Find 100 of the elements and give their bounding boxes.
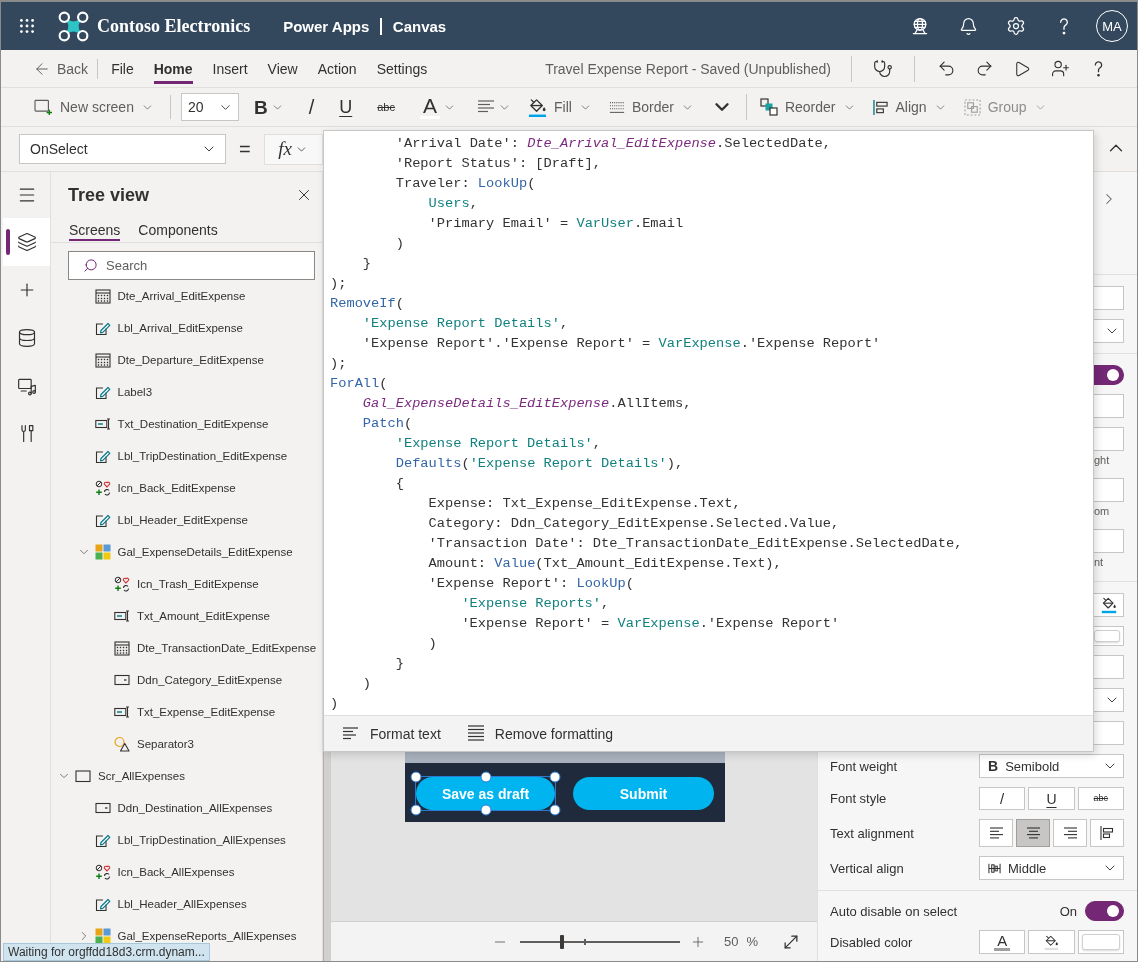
tree-item[interactable]: Label3: [94, 376, 153, 408]
input-field[interactable]: [1094, 478, 1124, 502]
code-line: ): [362, 675, 372, 693]
resize-handle[interactable]: [549, 771, 561, 783]
color-button[interactable]: A: [409, 91, 466, 123]
underline-button[interactable]: U: [1028, 787, 1075, 810]
resize-handle[interactable]: [480, 771, 491, 783]
input-field[interactable]: [1094, 529, 1124, 553]
zoom-slider[interactable]: [520, 934, 680, 949]
property-dropdown[interactable]: OnSelect: [19, 134, 226, 164]
strike-button[interactable]: abc: [1077, 787, 1124, 810]
code-line: ): [330, 695, 339, 713]
tree-item[interactable]: Lbl_Arrival_EditExpense: [94, 312, 243, 344]
field-caption: nt: [1094, 555, 1105, 570]
new-screen-icon: [34, 98, 53, 116]
code-line: ForAll(: [330, 375, 388, 393]
justify-icon: [1100, 826, 1114, 840]
underline-button[interactable]: U: [329, 91, 363, 123]
bold-icon: B: [988, 758, 999, 774]
reorder-button[interactable]: Reorder: [753, 91, 862, 123]
tree-item[interactable]: Scr_AllExpenses: [57, 760, 185, 792]
tree-item[interactable]: Icn_Back_EditExpense: [94, 472, 236, 504]
formula-editor[interactable]: [323, 130, 1094, 752]
search-field[interactable]: Search: [68, 251, 315, 280]
property-dropdown[interactable]: Middle: [979, 856, 1124, 880]
paint-bucket-icon: [1044, 933, 1059, 951]
menu-tab[interactable]: Insert: [202, 50, 258, 87]
property-label: Font style: [830, 791, 888, 806]
remove-formatting-button[interactable]: Remove formatting: [460, 719, 620, 748]
italic-button[interactable]: /: [298, 91, 325, 123]
menu-tab[interactable]: Home: [143, 50, 203, 87]
symbols-icon: [114, 576, 130, 592]
swatch-icon: [1081, 934, 1120, 950]
fill-button[interactable]: Fill: [522, 91, 598, 123]
tree-item[interactable]: Dte_Arrival_EditExpense: [94, 280, 246, 312]
tree-item[interactable]: Txt_Amount_EditExpense: [114, 600, 270, 632]
new-screen-button[interactable]: New screen: [28, 91, 160, 123]
menu-tab[interactable]: View: [257, 50, 308, 87]
fill-color-button[interactable]: [1094, 593, 1124, 617]
tree-item[interactable]: Txt_Expense_EditExpense: [114, 696, 276, 728]
stethoscope-icon: [873, 58, 893, 79]
zoom-unit: %: [746, 934, 759, 949]
color-swatch-button[interactable]: [1094, 626, 1124, 646]
input-field[interactable]: [1094, 286, 1124, 310]
align-button[interactable]: Align: [866, 91, 953, 123]
border-button[interactable]: Border: [602, 91, 700, 123]
format-text-button[interactable]: Format text: [336, 719, 447, 748]
resize-handle[interactable]: [410, 804, 422, 816]
alignment-button[interactable]: [1090, 819, 1124, 847]
tree-item[interactable]: Lbl_Header_EditExpense: [94, 504, 248, 536]
italic-button[interactable]: /: [979, 787, 1026, 810]
alignment-button[interactable]: [1016, 819, 1050, 847]
menu-tab[interactable]: Settings: [366, 50, 438, 87]
resize-handle[interactable]: [549, 804, 561, 816]
strike-button[interactable]: abc: [367, 91, 405, 123]
text-color-button[interactable]: A: [979, 930, 1026, 954]
input-field[interactable]: [1094, 427, 1124, 451]
pencil-box-icon: [94, 384, 111, 400]
alignment-button[interactable]: [1053, 819, 1087, 847]
dropdown-icon: [114, 672, 130, 688]
tree-item[interactable]: Ddn_Destination_AllExpenses: [94, 792, 273, 824]
slider-thumb[interactable]: [559, 934, 564, 949]
menu-tab[interactable]: Action: [307, 50, 367, 87]
tree-view-button[interactable]: [3, 218, 50, 266]
resize-handle[interactable]: [410, 771, 422, 783]
tree-item[interactable]: Icn_Trash_EditExpense: [114, 568, 259, 600]
tree-item[interactable]: Dte_Departure_EditExpense: [94, 344, 264, 376]
waffle-icon: [20, 19, 34, 33]
font-size-select[interactable]: 20: [180, 93, 239, 121]
panel-title: Tree view: [68, 184, 150, 206]
alignment-button[interactable]: [979, 819, 1013, 847]
property-label: Auto disable on select: [830, 903, 959, 919]
tree-tab[interactable]: Components: [138, 219, 218, 241]
resize-handle[interactable]: [480, 804, 491, 816]
property-dropdown[interactable]: B Semibold: [979, 754, 1124, 778]
tree-item[interactable]: Gal_ExpenseDetails_EditExpense: [76, 536, 293, 568]
tree-tab[interactable]: Screens: [69, 219, 121, 241]
globe-icon: [910, 16, 930, 36]
tree-item[interactable]: Icn_Back_AllExpenses: [94, 856, 235, 888]
color-swatch-button[interactable]: [1077, 930, 1124, 954]
tree-item[interactable]: Txt_Destination_EditExpense: [94, 408, 269, 440]
menu-tab[interactable]: File: [101, 50, 144, 87]
tree-item[interactable]: Separator3: [114, 728, 194, 760]
fill-color-button[interactable]: [1028, 930, 1075, 954]
input-field[interactable]: [1094, 721, 1124, 745]
toggle-switch[interactable]: [1085, 901, 1124, 921]
back-button[interactable]: Back: [27, 53, 95, 84]
tree-item[interactable]: Lbl_TripDestination_EditExpense: [94, 440, 288, 472]
bold-button[interactable]: B: [243, 91, 294, 123]
tree-item[interactable]: Lbl_Header_AllExpenses: [94, 888, 247, 920]
toggle-switch[interactable]: [1094, 365, 1124, 385]
code-line: }: [362, 255, 372, 273]
input-field[interactable]: [1094, 394, 1124, 418]
code-line: Category: Ddn_Category_EditExpense.Selected.Value,: [428, 515, 840, 533]
tree-item[interactable]: Dte_TransactionDate_EditExpense: [114, 632, 317, 664]
tree-item[interactable]: Ddn_Category_EditExpense: [114, 664, 283, 696]
input-field[interactable]: [1094, 655, 1124, 679]
property-label: Text alignment: [830, 825, 915, 841]
function-button[interactable]: fx: [263, 133, 323, 165]
tree-item[interactable]: Lbl_TripDestination_AllExpenses: [94, 824, 286, 856]
